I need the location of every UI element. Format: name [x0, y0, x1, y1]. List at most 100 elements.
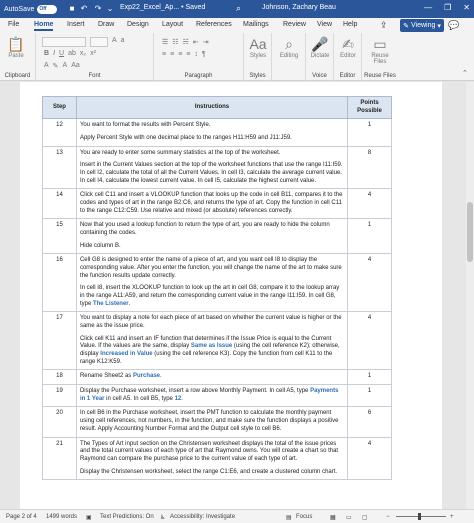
tab-file[interactable]: File [8, 21, 19, 28]
instruction-paragraph: You are ready to enter some summary stat… [80, 150, 344, 158]
highlight-icon[interactable]: ✎ [53, 62, 59, 70]
redo-icon[interactable]: ↷ [93, 4, 103, 14]
ribbon-tabs: File Home Insert Draw Design Layout Refe… [0, 18, 474, 33]
editing-button[interactable]: ⌕ Editing [276, 35, 302, 59]
autosave-control[interactable]: AutoSave Off [4, 4, 58, 14]
line-spacing-icon[interactable]: ↕ [194, 51, 198, 58]
tab-view[interactable]: View [317, 21, 332, 28]
dictate-button[interactable]: 🎤 Dictate [307, 35, 333, 59]
shrink-font-icon[interactable]: a [121, 37, 125, 47]
zoom-out-icon[interactable]: − [386, 514, 390, 520]
vertical-scrollbar[interactable] [466, 82, 474, 509]
font-size-box[interactable] [90, 37, 108, 47]
zoom-in-icon[interactable]: + [450, 514, 454, 520]
increase-indent-icon[interactable]: ⇥ [203, 38, 209, 46]
autosave-label: AutoSave [4, 5, 35, 13]
bullets-icon[interactable]: ☰ [162, 38, 168, 46]
step-number-cell: 20 [42, 406, 77, 438]
numbering-icon[interactable]: ☷ [172, 38, 178, 46]
instruction-text: . [181, 395, 183, 402]
search-icon[interactable]: ⌕ [236, 3, 241, 14]
reuse-files-button[interactable]: ▭ Reuse Files [367, 35, 393, 65]
collapse-ribbon-icon[interactable]: ⌃ [462, 69, 468, 77]
underline-icon[interactable]: U [59, 50, 64, 57]
web-layout-icon[interactable]: ▢ [362, 514, 368, 521]
tab-references[interactable]: References [196, 21, 232, 28]
read-mode-icon[interactable]: ▭ [346, 514, 352, 521]
instruction-paragraph: You want to format the results with Perc… [80, 122, 344, 130]
account-name[interactable]: Johnson, Zachary Beau [262, 4, 336, 11]
tab-help[interactable]: Help [343, 21, 357, 28]
paste-label: Paste [8, 53, 24, 59]
autosave-toggle[interactable]: Off [37, 4, 58, 14]
points-cell: 4 [347, 311, 392, 371]
tab-home[interactable]: Home [34, 21, 54, 31]
justify-icon[interactable]: ≡ [186, 51, 190, 58]
instruction-text: Insert in the Current Values section at … [79, 162, 343, 184]
styles-icon: Aa [249, 36, 267, 52]
accessibility-status[interactable]: Accessibility: Investigate [170, 514, 235, 520]
accessibility-icon[interactable]: ♿ [160, 514, 165, 521]
viewing-mode-button[interactable]: ✎ Viewing ▾ [400, 19, 444, 32]
superscript-icon[interactable]: x² [90, 50, 96, 57]
save-icon[interactable]: ■ [67, 4, 77, 14]
print-layout-icon[interactable]: ▦ [330, 514, 336, 521]
text-effects-icon[interactable]: A [44, 62, 49, 70]
reuse-files-icon: ▭ [373, 36, 387, 52]
table-row: 12 You want to format the results with Pe… [42, 118, 392, 147]
focus-icon[interactable]: ▤ [286, 514, 292, 521]
zoom-slider[interactable] [396, 516, 446, 517]
instruction-text: You want to format the results with Perc… [79, 122, 211, 129]
instruction-text: Apply Percent Style with one decimal pla… [79, 135, 292, 142]
undo-icon[interactable]: ↶ [79, 4, 89, 14]
share-icon[interactable]: ⇪ [380, 20, 388, 31]
tab-insert[interactable]: Insert [67, 21, 85, 28]
instructions-cell: You want to display a note for each piec… [75, 311, 349, 371]
instruction-text: The Types of Art input section on the Ch… [79, 440, 339, 462]
document-title[interactable]: Exp22_Excel_Ap... • Saved [120, 4, 205, 11]
instructions-cell: You are ready to enter some summary stat… [75, 145, 349, 190]
bold-icon[interactable]: B [44, 50, 49, 57]
align-center-icon[interactable]: ≡ [170, 51, 174, 58]
decrease-indent-icon[interactable]: ⇤ [193, 38, 199, 46]
italic-icon[interactable]: I [53, 50, 55, 57]
change-case-icon[interactable]: Aa [71, 62, 80, 70]
editor-button[interactable]: ✍ Editor [335, 35, 361, 59]
styles-button[interactable]: Aa Styles [245, 35, 271, 59]
paste-button[interactable]: 📋 Paste [3, 35, 29, 59]
instruction-paragraph: Hide column B. [80, 243, 344, 251]
show-formatting-icon[interactable]: ¶ [202, 51, 206, 58]
font-color-icon[interactable]: A [63, 62, 68, 70]
grow-font-icon[interactable]: A [112, 37, 117, 47]
minimize-icon[interactable]: — [424, 3, 432, 12]
tab-layout[interactable]: Layout [162, 21, 183, 28]
customize-toolbar-icon[interactable]: ⌄ [105, 4, 115, 14]
clipboard-group-label: Clipboard [4, 73, 31, 79]
word-count[interactable]: 1499 words [46, 514, 77, 520]
multilevel-list-icon[interactable]: ☵ [183, 38, 189, 46]
font-name-box[interactable] [42, 37, 86, 47]
page-count[interactable]: Page 2 of 4 [6, 514, 37, 520]
instruction-paragraph: Display the Christensen worksheet, selec… [80, 469, 344, 477]
tab-design[interactable]: Design [127, 21, 149, 28]
scrollbar-thumb[interactable] [467, 202, 473, 262]
instruction-paragraph: Insert in the Current Values section at … [80, 162, 344, 185]
tab-mailings[interactable]: Mailings [243, 21, 269, 28]
restore-icon[interactable]: ❐ [444, 3, 451, 12]
align-right-icon[interactable]: ≡ [178, 51, 182, 58]
tab-review[interactable]: Review [283, 21, 306, 28]
close-icon[interactable]: ✕ [463, 3, 470, 12]
comments-icon[interactable]: 💬 [448, 20, 459, 31]
proofing-icon[interactable]: ▣ [86, 514, 92, 521]
paragraph-group: ☰ ☷ ☵ ⇤ ⇥ ≡ ≡ ≡ ≡ ↕ ¶ Paragraph [154, 33, 244, 81]
zoom-slider-knob[interactable] [418, 513, 421, 520]
step-number-cell: 21 [42, 436, 77, 481]
strikethrough-icon[interactable]: ab [68, 50, 76, 57]
instruction-text: In cell B6 in the Purchase worksheet, in… [79, 410, 339, 432]
align-left-icon[interactable]: ≡ [162, 51, 166, 58]
focus-mode[interactable]: Focus [296, 514, 312, 520]
text-predictions[interactable]: Text Predictions: On [100, 514, 154, 520]
subscript-icon[interactable]: x₂ [80, 50, 86, 57]
tab-draw[interactable]: Draw [98, 21, 114, 28]
table-row: 18 Rename Sheet2 as Purchase. 1 [42, 369, 392, 386]
